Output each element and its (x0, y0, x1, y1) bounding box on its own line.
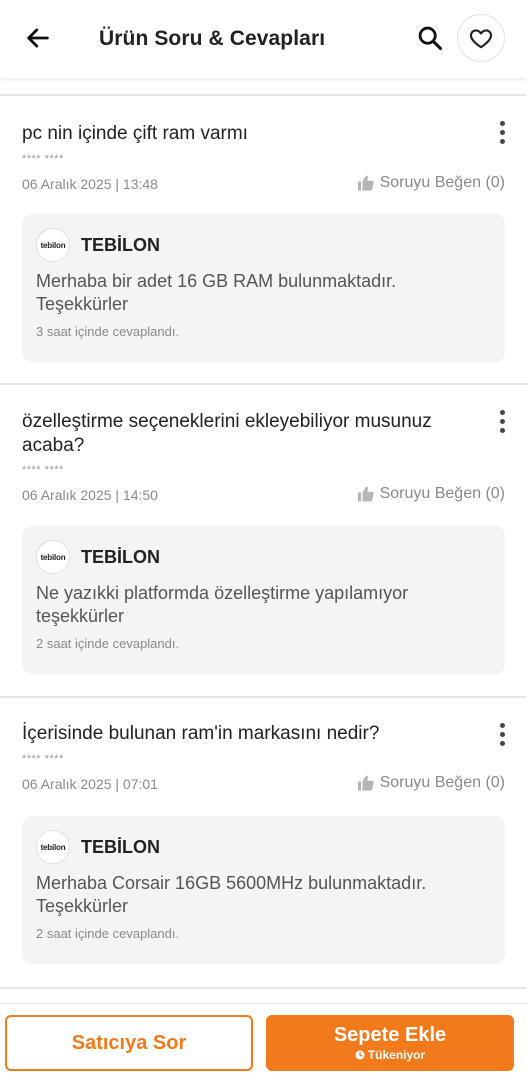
back-button[interactable] (22, 22, 54, 54)
more-dot (499, 409, 505, 415)
favorite-button[interactable] (457, 14, 505, 62)
answer-text: Merhaba Corsair 16GB 5600MHz bulunmaktad… (36, 873, 427, 916)
question-text: özelleştirme seçeneklerini ekleyebiliyor… (22, 411, 432, 456)
question-author: **** **** (22, 753, 64, 765)
question-item: pc nin içinde çift ram varmı **** **** 0… (0, 96, 527, 385)
thumbs-up-icon (357, 175, 374, 191)
like-label: Soruyu Beğen (0) (379, 485, 505, 502)
add-to-cart-label: Sepete Ekle (333, 1024, 447, 1046)
answer-time: 2 saat içinde cevaplandı. (36, 636, 180, 651)
bottom-action-bar: Satıcıya Sor Sepete Ekle Tükeniyor (0, 1003, 527, 1080)
ask-seller-button[interactable]: Satıcıya Sor (5, 1015, 253, 1071)
question-text: pc nin içinde çift ram varmı (22, 123, 248, 144)
stock-status-label: Tükeniyor (367, 1048, 426, 1062)
stock-status: Tükeniyor (355, 1048, 425, 1062)
thumbs-up-icon (357, 775, 374, 791)
like-question-button[interactable]: Soruyu Beğen (0) (356, 174, 505, 192)
question-date: 06 Aralık 2025 | 13:48 (22, 176, 158, 192)
question-date: 06 Aralık 2025 | 14:50 (22, 487, 158, 503)
more-dot (499, 427, 505, 433)
like-question-button[interactable]: Soruyu Beğen (0) (356, 774, 505, 792)
qa-list: pc nin içinde çift ram varmı **** **** 0… (0, 78, 527, 1003)
answer-time: 2 saat içinde cevaplandı. (36, 926, 180, 941)
search-button[interactable] (414, 22, 446, 54)
divider (0, 987, 527, 989)
search-icon (418, 26, 443, 51)
seller-logo: tebilon (36, 540, 70, 574)
more-dot (499, 731, 505, 737)
more-dot (499, 120, 505, 126)
heart-icon (469, 29, 493, 49)
seller-logo: tebilon (36, 830, 70, 864)
question-item: özelleştirme seçeneklerini ekleyebiliyor… (0, 385, 527, 696)
answer-text: Merhaba bir adet 16 GB RAM bulunmaktadır… (36, 271, 397, 314)
answer-time: 3 saat içinde cevaplandı. (36, 324, 180, 339)
like-label: Soruyu Beğen (0) (379, 774, 505, 791)
question-item: İçerisinde bulunan ram'in markasını nedi… (0, 698, 527, 988)
answer-text: Ne yazıkki platformda özelleştirme yapıl… (36, 583, 409, 626)
question-author: **** **** (22, 153, 64, 165)
thumbs-up-icon (357, 486, 374, 502)
answer-box: tebilon TEBİLON Merhaba Corsair 16GB 560… (22, 816, 505, 964)
more-options-button[interactable] (490, 112, 514, 152)
more-dot (499, 740, 505, 746)
add-to-cart-button[interactable]: Sepete Ekle Tükeniyor (266, 1015, 514, 1071)
like-question-button[interactable]: Soruyu Beğen (0) (356, 485, 505, 503)
question-text: İçerisinde bulunan ram'in markasını nedi… (22, 723, 380, 744)
more-dot (499, 138, 505, 144)
answer-box: tebilon TEBİLON Merhaba bir adet 16 GB R… (22, 214, 505, 362)
question-author: **** **** (22, 464, 64, 476)
arrow-left-icon (27, 28, 49, 48)
app-header: Ürün Soru & Cevapları (0, 0, 527, 78)
clock-icon (355, 1050, 365, 1060)
more-dot (499, 418, 505, 424)
seller-logo: tebilon (36, 228, 70, 262)
more-dot (499, 722, 505, 728)
more-dot (499, 129, 505, 135)
like-label: Soruyu Beğen (0) (379, 174, 505, 191)
more-options-button[interactable] (490, 714, 514, 754)
page-title: Ürün Soru & Cevapları (99, 27, 326, 50)
seller-name[interactable]: TEBİLON (81, 547, 160, 568)
question-date: 06 Aralık 2025 | 07:01 (22, 776, 158, 792)
seller-name[interactable]: TEBİLON (81, 235, 160, 256)
answer-box: tebilon TEBİLON Ne yazıkki platformda öz… (22, 526, 505, 674)
more-options-button[interactable] (490, 401, 514, 441)
seller-name[interactable]: TEBİLON (81, 837, 160, 858)
